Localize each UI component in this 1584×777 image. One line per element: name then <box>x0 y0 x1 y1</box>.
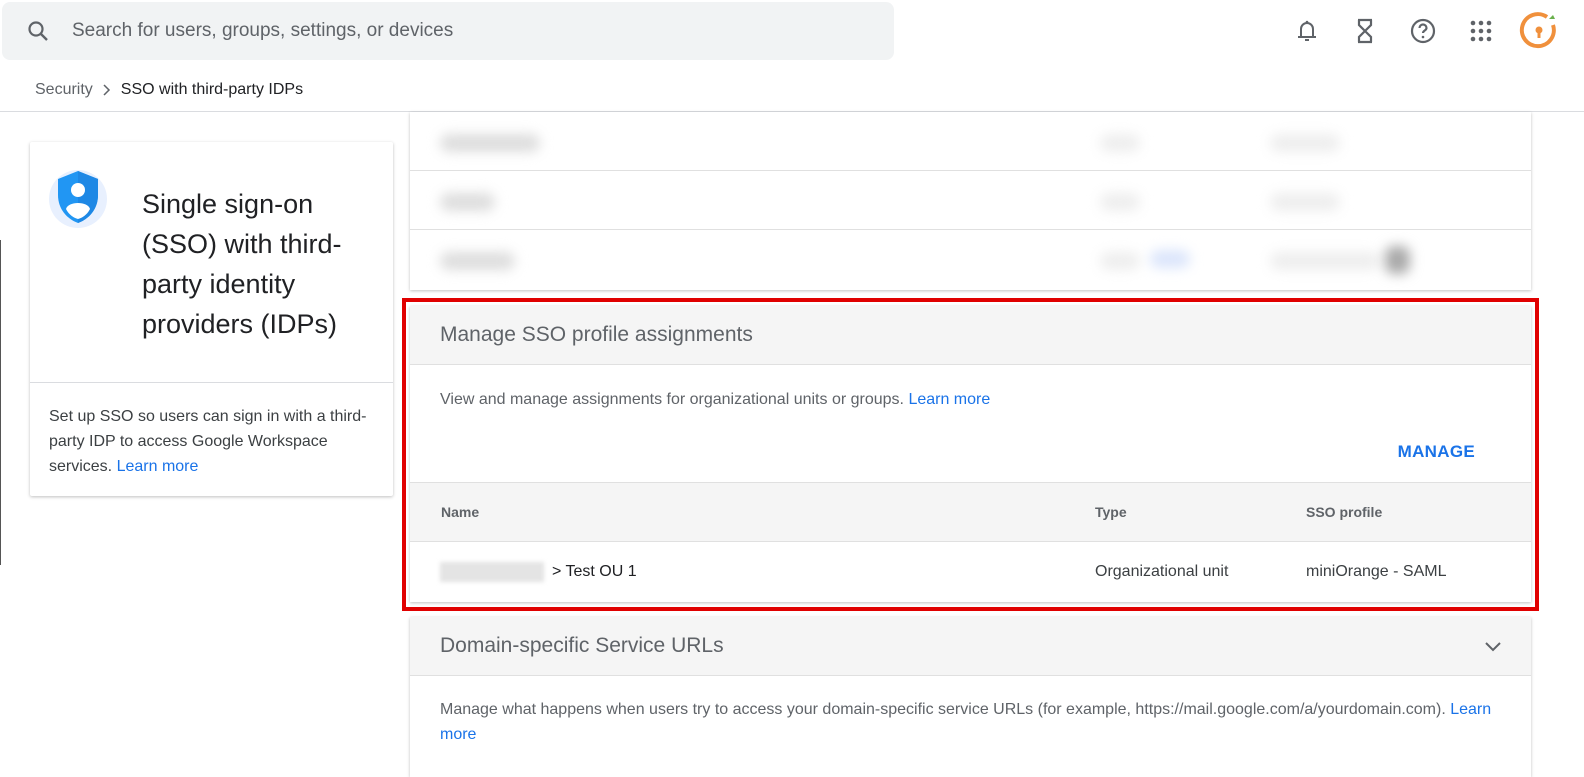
breadcrumb-security[interactable]: Security <box>35 81 93 99</box>
description-text: Manage what happens when users try to ac… <box>440 701 1446 718</box>
section-description: Manage what happens when users try to ac… <box>410 676 1531 769</box>
section-title: Domain-specific Service URLs <box>440 634 724 657</box>
chevron-right-icon <box>103 84 110 96</box>
description-text: Set up SSO so users can sign in with a t… <box>49 408 367 475</box>
section-header[interactable]: Domain-specific Service URLs <box>410 617 1531 676</box>
search-input[interactable] <box>72 20 772 42</box>
hourglass-icon[interactable] <box>1336 14 1394 48</box>
domain-specific-urls-section: Domain-specific Service URLs Manage what… <box>410 617 1531 777</box>
account-avatar[interactable] <box>1510 12 1568 49</box>
sso-info-card: Single sign-on (SSO) with third-party id… <box>30 142 393 496</box>
search-icon <box>28 21 48 41</box>
notifications-icon[interactable] <box>1278 14 1336 48</box>
apps-grid-icon[interactable] <box>1452 14 1510 48</box>
breadcrumb: Security SSO with third-party IDPs <box>35 81 303 99</box>
blurred-row <box>410 230 1531 289</box>
left-edge-line <box>0 240 1 565</box>
blurred-profiles-table <box>410 112 1531 290</box>
card-title: Single sign-on (SSO) with third-party id… <box>142 189 342 339</box>
blurred-row <box>410 112 1531 171</box>
blurred-row <box>410 171 1531 230</box>
breadcrumb-current: SSO with third-party IDPs <box>120 81 304 98</box>
search-bar[interactable] <box>2 2 894 60</box>
learn-more-link[interactable]: Learn more <box>117 458 199 475</box>
help-icon[interactable] <box>1394 14 1452 48</box>
chevron-down-icon[interactable] <box>1485 642 1501 652</box>
divider <box>30 382 393 383</box>
highlight-box <box>402 298 1539 611</box>
card-description: Set up SSO so users can sign in with a t… <box>49 404 379 479</box>
security-shield-icon <box>49 170 107 228</box>
